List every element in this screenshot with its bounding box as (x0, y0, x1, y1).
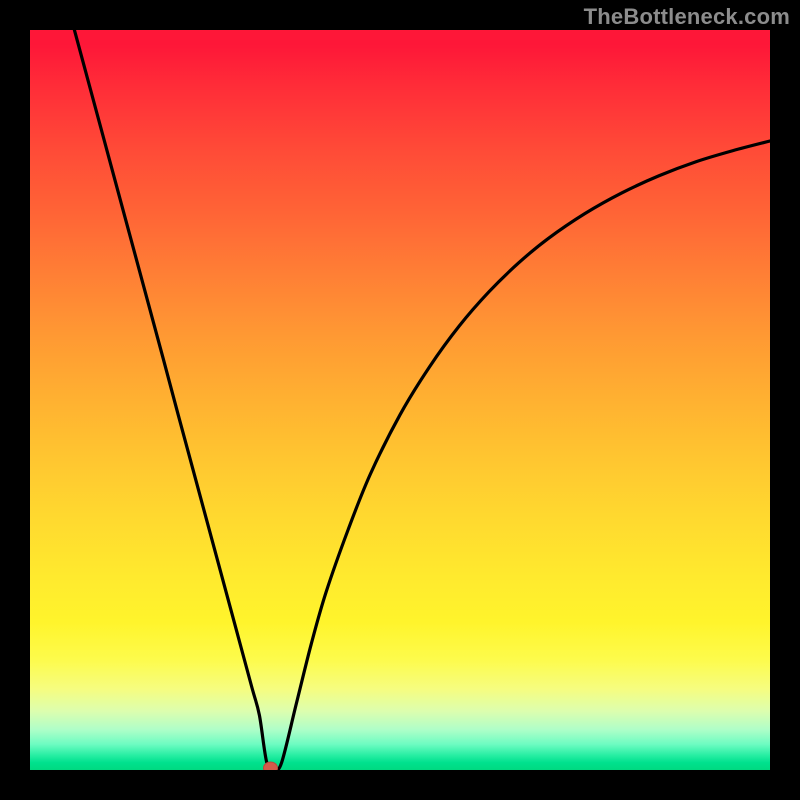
curve-layer (30, 30, 770, 770)
minimum-marker (264, 762, 278, 770)
plot-area (30, 30, 770, 770)
chart-frame: TheBottleneck.com (0, 0, 800, 800)
watermark-text: TheBottleneck.com (584, 4, 790, 30)
bottleneck-curve-path (74, 30, 770, 770)
